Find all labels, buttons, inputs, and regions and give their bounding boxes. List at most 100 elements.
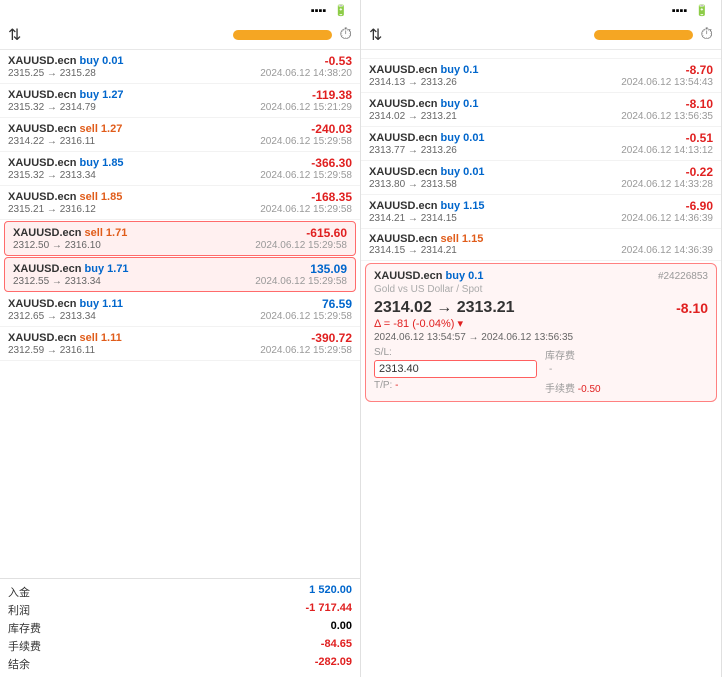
trade-pnl: -8.10 xyxy=(686,97,713,111)
storage-value: - xyxy=(545,362,708,377)
left-trade-item-5[interactable]: XAUUSD.ecn sell 1.71 -615.60 2312.50 → 2… xyxy=(4,221,356,256)
trade-price: 2314.22 → 2316.11 xyxy=(8,136,95,147)
left-panel: ▪▪▪▪ 🔋 ⇅ ⏱ XAUUSD.ecn buy 0.01 -0.53 231… xyxy=(0,0,361,677)
detail-pnl: -8.10 xyxy=(676,300,708,316)
left-trade-item-4[interactable]: XAUUSD.ecn sell 1.85 -168.35 2315.21 → 2… xyxy=(0,186,360,220)
trade-symbol: XAUUSD.ecn buy 0.1 xyxy=(369,64,478,76)
left-trade-item-8[interactable]: XAUUSD.ecn sell 1.11 -390.72 2312.59 → 2… xyxy=(0,327,360,361)
clock-icon-left[interactable]: ⏱ xyxy=(340,26,352,44)
detail-subtitle: Gold vs US Dollar / Spot xyxy=(374,284,708,295)
trade-symbol: XAUUSD.ecn buy 0.1 xyxy=(369,98,478,110)
left-summary: 入金 1 520.00 利润 -1 717.44 库存费 0.00 手续费 -8… xyxy=(0,578,360,677)
tab-jiwei-left[interactable] xyxy=(29,30,127,40)
trade-pnl: -0.22 xyxy=(686,165,713,179)
summary-row: 手续费 -84.65 xyxy=(8,637,352,655)
trade-symbol: XAUUSD.ecn sell 1.27 xyxy=(8,123,122,135)
sort-icon-right[interactable]: ⇅ xyxy=(369,25,382,45)
left-tabs-row: ⇅ ⏱ xyxy=(0,21,360,50)
left-status-icons: ▪▪▪▪ 🔋 xyxy=(311,4,348,17)
detail-order-id: #24226853 xyxy=(658,271,708,282)
tab-chengjiao-left[interactable] xyxy=(233,30,331,40)
trade-time: 2024.06.12 15:29:58 xyxy=(260,170,352,181)
right-trade-item-1[interactable]: XAUUSD.ecn buy 0.1 -8.10 2314.02 → 2313.… xyxy=(361,93,721,127)
trade-symbol: XAUUSD.ecn buy 1.11 xyxy=(8,298,123,310)
tab-chengjiao-right[interactable] xyxy=(594,30,692,40)
summary-label: 结余 xyxy=(8,656,30,672)
trade-pnl: 76.59 xyxy=(322,297,352,311)
trade-symbol: XAUUSD.ecn buy 1.71 xyxy=(13,263,129,275)
left-trade-list[interactable]: XAUUSD.ecn buy 0.01 -0.53 2315.25 → 2315… xyxy=(0,50,360,578)
trade-price: 2315.25 → 2315.28 xyxy=(8,68,96,79)
detail-symbol: XAUUSD.ecn buy 0.1 xyxy=(374,270,483,282)
trade-pnl: -8.70 xyxy=(686,63,713,77)
trade-symbol: XAUUSD.ecn buy 1.27 xyxy=(8,89,124,101)
trade-price: 2312.65 → 2313.34 xyxy=(8,311,96,322)
trade-time: 2024.06.12 15:29:58 xyxy=(260,311,352,322)
left-status-bar: ▪▪▪▪ 🔋 xyxy=(0,0,360,21)
tab-dingdan-right[interactable] xyxy=(492,30,590,40)
trade-time: 2024.06.12 15:21:29 xyxy=(260,102,352,113)
left-trade-item-7[interactable]: XAUUSD.ecn buy 1.11 76.59 2312.65 → 2313… xyxy=(0,293,360,327)
left-trade-item-1[interactable]: XAUUSD.ecn buy 1.27 -119.38 2315.32 → 23… xyxy=(0,84,360,118)
trade-symbol: XAUUSD.ecn sell 1.71 xyxy=(13,227,127,239)
sort-icon[interactable]: ⇅ xyxy=(8,25,21,45)
fee-label: 手续费 xyxy=(545,384,575,395)
summary-value: 1 520.00 xyxy=(309,584,352,600)
left-trade-item-0[interactable]: XAUUSD.ecn buy 0.01 -0.53 2315.25 → 2315… xyxy=(0,50,360,84)
tab-dingdan-left[interactable] xyxy=(131,30,229,40)
summary-value: 0.00 xyxy=(331,620,352,636)
trade-time: 2024.06.12 13:56:35 xyxy=(621,111,713,122)
right-panel: ▪▪▪▪ 🔋 ⇅ ⏱ XAUUSD.ecn buy 0.1 -8.70 2314… xyxy=(361,0,722,677)
trade-pnl: 135.09 xyxy=(310,262,347,276)
right-trade-item-2[interactable]: XAUUSD.ecn buy 0.01 -0.51 2313.77 → 2313… xyxy=(361,127,721,161)
summary-row: 利润 -1 717.44 xyxy=(8,601,352,619)
right-signal-icon: ▪▪▪▪ xyxy=(672,5,688,17)
storage-label: 库存费 xyxy=(545,347,708,362)
summary-row: 结余 -282.09 xyxy=(8,655,352,673)
trade-time: 2024.06.12 15:29:58 xyxy=(255,240,347,251)
trade-pnl: -168.35 xyxy=(311,190,352,204)
trade-pnl: -0.51 xyxy=(686,131,713,145)
sl-label: S/L: xyxy=(374,347,537,358)
trade-pnl: -615.60 xyxy=(306,226,347,240)
trade-pnl: -0.53 xyxy=(325,54,352,68)
trade-symbol: XAUUSD.ecn sell 1.85 xyxy=(8,191,122,203)
trade-pnl: -119.38 xyxy=(312,88,352,102)
right-trade-item-5[interactable]: XAUUSD.ecn sell 1.15 2314.15 → 2314.21 2… xyxy=(361,229,721,261)
trade-price: 2314.15 → 2314.21 xyxy=(369,245,457,256)
right-trade-item-0[interactable]: XAUUSD.ecn buy 0.1 -8.70 2314.13 → 2313.… xyxy=(361,59,721,93)
summary-label: 库存费 xyxy=(8,620,41,636)
left-trade-item-6[interactable]: XAUUSD.ecn buy 1.71 135.09 2312.55 → 231… xyxy=(4,257,356,292)
right-trade-item-3[interactable]: XAUUSD.ecn buy 0.01 -0.22 2313.80 → 2313… xyxy=(361,161,721,195)
signal-bars-icon: ▪▪▪▪ xyxy=(311,5,327,17)
trade-time: 2024.06.12 14:13:12 xyxy=(621,145,713,156)
trade-pnl: -366.30 xyxy=(311,156,352,170)
expanded-trade-detail[interactable]: XAUUSD.ecn buy 0.1 #24226853 Gold vs US … xyxy=(365,263,717,402)
fee-value: -0.50 xyxy=(578,384,601,395)
trade-pnl: -390.72 xyxy=(311,331,352,345)
trade-pnl: -240.03 xyxy=(311,122,352,136)
trade-time: 2024.06.12 15:29:58 xyxy=(260,345,352,356)
trade-price: 2315.32 → 2313.34 xyxy=(8,170,96,181)
left-trade-item-3[interactable]: XAUUSD.ecn buy 1.85 -366.30 2315.32 → 23… xyxy=(0,152,360,186)
right-trade-item-4[interactable]: XAUUSD.ecn buy 1.15 -6.90 2314.21 → 2314… xyxy=(361,195,721,229)
summary-row: 库存费 0.00 xyxy=(8,619,352,637)
trade-symbol: XAUUSD.ecn sell 1.15 xyxy=(369,233,483,245)
left-trade-item-2[interactable]: XAUUSD.ecn sell 1.27 -240.03 2314.22 → 2… xyxy=(0,118,360,152)
summary-value: -282.09 xyxy=(315,656,352,672)
right-trade-list[interactable]: XAUUSD.ecn buy 0.1 -8.70 2314.13 → 2313.… xyxy=(361,59,721,677)
trade-price: 2314.13 → 2313.26 xyxy=(369,77,457,88)
summary-label: 利润 xyxy=(8,602,30,618)
trade-price: 2312.55 → 2313.34 xyxy=(13,276,101,287)
trade-price: 2313.77 → 2313.26 xyxy=(369,145,457,156)
trade-symbol: XAUUSD.ecn buy 0.01 xyxy=(369,132,485,144)
right-battery-icon: 🔋 xyxy=(695,4,709,17)
clock-icon-right[interactable]: ⏱ xyxy=(701,26,713,44)
trade-price: 2314.21 → 2314.15 xyxy=(369,213,457,224)
tp-label: T/P: xyxy=(374,380,392,391)
trade-price: 2312.59 → 2316.11 xyxy=(8,345,95,356)
detail-time-range: 2024.06.12 13:54:57 → 2024.06.12 13:56:3… xyxy=(374,332,708,343)
battery-icon: 🔋 xyxy=(334,4,348,17)
tab-jiwei-right[interactable] xyxy=(390,30,488,40)
trade-time: 2024.06.12 13:54:43 xyxy=(621,77,713,88)
